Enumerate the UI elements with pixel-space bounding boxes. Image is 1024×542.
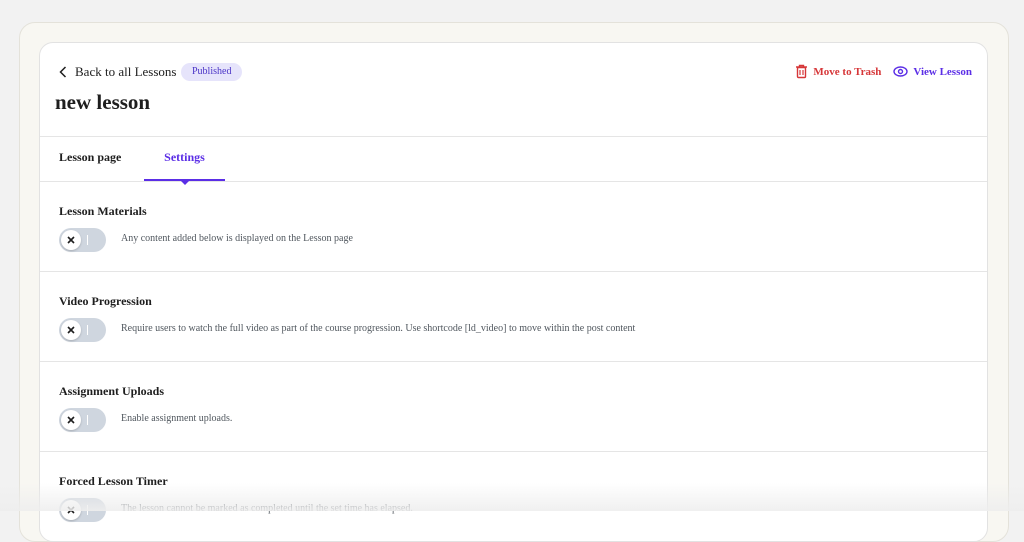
editor-tabs: Lesson page Settings xyxy=(40,136,987,182)
back-link-label: Back to all Lessons xyxy=(75,64,176,80)
tab-lesson-page[interactable]: Lesson page xyxy=(59,136,121,181)
view-lesson-label: View Lesson xyxy=(913,66,972,78)
section-title: Video Progression xyxy=(59,294,152,309)
tab-settings[interactable]: Settings xyxy=(144,136,225,181)
section-description: Any content added below is displayed on … xyxy=(121,233,353,244)
section-forced-lesson-timer: Forced Lesson Timer The lesson cannot be… xyxy=(40,452,987,542)
toggle-knob xyxy=(61,320,81,340)
move-to-trash-button[interactable]: Move to Trash xyxy=(795,64,881,79)
view-lesson-button[interactable]: View Lesson xyxy=(893,66,972,78)
x-icon xyxy=(67,326,75,334)
page-title: new lesson xyxy=(55,90,150,115)
section-description: Require users to watch the full video as… xyxy=(121,323,635,334)
trash-icon xyxy=(795,64,808,79)
section-title: Assignment Uploads xyxy=(59,384,164,399)
chevron-left-icon xyxy=(59,66,67,78)
section-description: Enable assignment uploads. xyxy=(121,413,232,424)
x-icon xyxy=(67,236,75,244)
toggle-knob xyxy=(61,500,81,520)
section-assignment-uploads: Assignment Uploads Enable assignment upl… xyxy=(40,362,987,452)
toggle-track-mark xyxy=(87,505,88,515)
lesson-materials-toggle[interactable] xyxy=(59,228,106,252)
toggle-knob xyxy=(61,410,81,430)
move-to-trash-label: Move to Trash xyxy=(813,66,881,78)
x-icon xyxy=(67,416,75,424)
section-lesson-materials: Lesson Materials Any content added below… xyxy=(40,182,987,272)
lesson-header: Back to all Lessons Published new lesson… xyxy=(40,43,987,137)
lesson-editor-card: Back to all Lessons Published new lesson… xyxy=(39,42,988,542)
x-icon xyxy=(67,506,75,514)
section-video-progression: Video Progression Require users to watch… xyxy=(40,272,987,362)
eye-icon xyxy=(893,66,908,77)
section-title: Lesson Materials xyxy=(59,204,147,219)
assignment-uploads-toggle[interactable] xyxy=(59,408,106,432)
section-description: The lesson cannot be marked as completed… xyxy=(121,503,413,514)
back-to-lessons-link[interactable]: Back to all Lessons xyxy=(59,64,176,80)
status-badge: Published xyxy=(181,63,242,81)
toggle-knob xyxy=(61,230,81,250)
forced-lesson-timer-toggle[interactable] xyxy=(59,498,106,522)
toggle-track-mark xyxy=(87,325,88,335)
header-actions: Move to Trash View Lesson xyxy=(795,64,972,79)
tab-settings-label: Settings xyxy=(164,150,205,164)
toggle-track-mark xyxy=(87,235,88,245)
section-title: Forced Lesson Timer xyxy=(59,474,168,489)
toggle-track-mark xyxy=(87,415,88,425)
video-progression-toggle[interactable] xyxy=(59,318,106,342)
